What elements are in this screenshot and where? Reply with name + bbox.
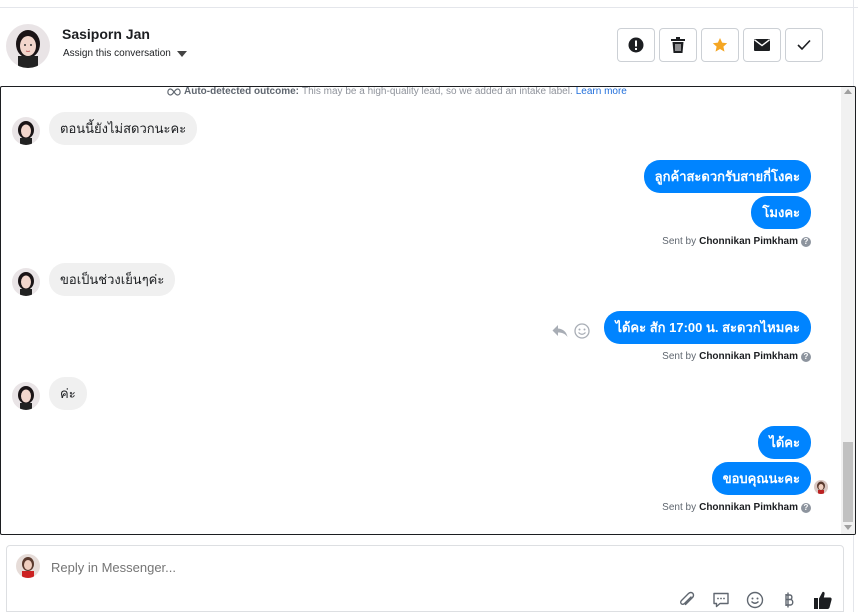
thumbs-up-icon [814,591,832,609]
mail-icon [754,39,770,51]
reply-composer [6,545,844,612]
sent-by-agent: Chonnikan Pimkham [699,236,798,247]
emoji-reaction-icon[interactable] [574,323,590,339]
sent-by-prefix: Sent by [662,236,697,247]
sent-by-label: Sent by Chonnikan Pimkham ? [662,502,811,513]
sent-by-label: Sent by Chonnikan Pimkham ? [662,236,811,247]
star-button[interactable] [701,28,739,62]
check-icon [797,39,811,51]
scroll-thumb[interactable] [843,442,853,522]
paperclip-icon [680,591,695,606]
incoming-message: ค่ะ [49,377,87,410]
conversation-header: Sasiporn Jan Assign this conversation [0,8,853,86]
sent-by-label: Sent by Chonnikan Pimkham ? [662,351,811,362]
help-icon[interactable]: ? [801,351,811,362]
sent-by-agent: Chonnikan Pimkham [699,351,798,362]
message-hover-actions [552,323,590,339]
reply-icon[interactable] [552,324,568,338]
outgoing-message: ขอบคุณนะคะ [711,462,811,495]
message-thread[interactable]: Auto-detected outcome: This may be a hig… [0,86,856,535]
assign-conversation-dropdown[interactable]: Assign this conversation [63,48,187,59]
emoji-icon [746,591,764,609]
seen-avatar [814,480,828,494]
composer-tools [677,590,833,610]
trash-icon [671,37,685,53]
sent-by-prefix: Sent by [662,351,697,362]
outgoing-message: โมงคะ [751,196,811,229]
contact-avatar[interactable] [6,24,50,68]
help-icon[interactable]: ? [801,236,811,247]
delete-button[interactable] [659,28,697,62]
attach-button[interactable] [677,590,697,610]
incoming-message: ตอนนี้ยังไม่สดวกนะคะ [49,112,198,145]
sent-by-agent: Chonnikan Pimkham [699,502,798,513]
auto-detected-notice: Auto-detected outcome: This may be a hig… [167,86,627,97]
caret-down-icon [176,50,187,57]
outgoing-message: ลูกค้าสะดวกรับสายกี่โงคะ [643,160,811,193]
saved-replies-button[interactable] [711,590,731,610]
contact-avatar-small [12,117,40,145]
incoming-message: ขอเป็นช่วงเย็นๆค่ะ [49,263,176,296]
assign-label: Assign this conversation [63,48,171,59]
scroll-up-arrow[interactable] [844,89,852,94]
sent-by-prefix: Sent by [662,502,697,513]
infinity-icon [167,87,181,96]
like-button[interactable] [813,590,833,610]
star-icon [712,38,728,52]
conversation-actions [617,28,823,62]
mark-unread-button[interactable] [743,28,781,62]
contact-avatar-small [12,382,40,410]
notice-text: This may be a high-quality lead, so we a… [302,86,573,97]
outgoing-message: ได้คะ สัก 17:00 น. สะดวกไหมคะ [604,311,811,344]
agent-avatar [16,554,40,578]
contact-name: Sasiporn Jan [62,26,150,42]
payment-button[interactable] [779,590,799,610]
scroll-down-arrow[interactable] [844,525,852,530]
chat-bubble-icon [713,592,729,608]
thread-scrollbar[interactable] [841,87,855,534]
outgoing-message: ได้คะ [758,426,811,459]
mark-spam-button[interactable] [617,28,655,62]
emoji-button[interactable] [745,590,765,610]
reply-input[interactable] [51,560,651,575]
help-icon[interactable]: ? [801,502,811,513]
notice-title: Auto-detected outcome: [184,86,299,97]
contact-avatar-small [12,268,40,296]
spam-icon [628,37,644,53]
learn-more-link[interactable]: Learn more [576,87,627,97]
mark-done-button[interactable] [785,28,823,62]
baht-icon [785,592,794,608]
top-border [0,0,858,8]
